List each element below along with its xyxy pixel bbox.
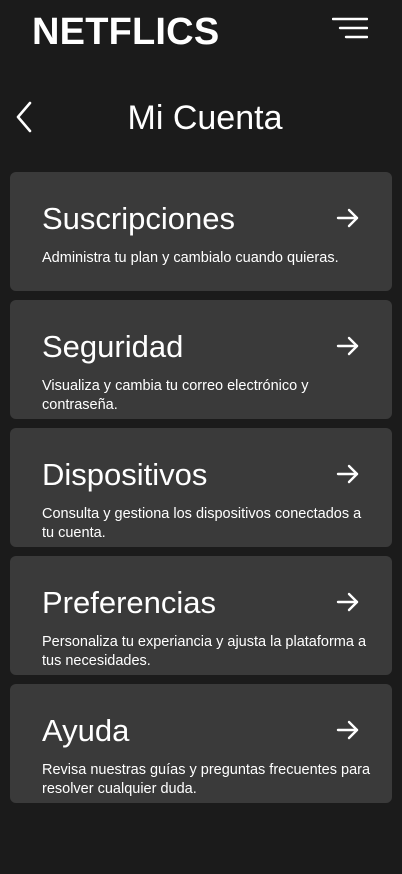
preferences-card[interactable]: Preferencias Personaliza tu experiancia … [10,556,392,675]
card-description: Revisa nuestras guías y preguntas frecue… [42,762,371,797]
arrow-right-icon [336,464,359,484]
brand-logo[interactable]: NETFLICS [32,10,219,54]
card-title: Preferencias [42,585,217,620]
account-options-list: Suscripciones Administra tu plan y cambi… [10,172,392,812]
card-description: Consulta y gestiona los dispositivos con… [42,506,362,541]
devices-card[interactable]: Dispositivos Consulta y gestiona los dis… [10,428,392,547]
security-card[interactable]: Seguridad Visualiza y cambia tu correo e… [10,300,392,419]
page-header: Mi Cuenta [0,92,402,144]
subscriptions-card[interactable]: Suscripciones Administra tu plan y cambi… [10,172,392,291]
card-description: Visualiza y cambia tu correo electrónico… [42,378,309,413]
help-card[interactable]: Ayuda Revisa nuestras guías y preguntas … [10,684,392,803]
arrow-right-icon [336,208,359,228]
card-title: Dispositivos [42,457,208,492]
arrow-right-icon [336,336,359,356]
card-title: Seguridad [42,329,184,364]
top-bar: NETFLICS [0,0,402,64]
page-title: Mi Cuenta [127,99,283,137]
card-title: Suscripciones [42,201,235,236]
arrow-right-icon [336,592,359,612]
account-screen: NETFLICS Mi Cuenta Suscripciones Adminis… [0,0,402,874]
card-description: Administra tu plan y cambialo cuando qui… [42,250,339,266]
card-title: Ayuda [42,713,130,748]
hamburger-menu-icon [331,17,369,39]
menu-button[interactable] [331,16,369,42]
arrow-right-icon [336,720,359,740]
card-description: Personaliza tu experiancia y ajusta la p… [42,634,367,669]
